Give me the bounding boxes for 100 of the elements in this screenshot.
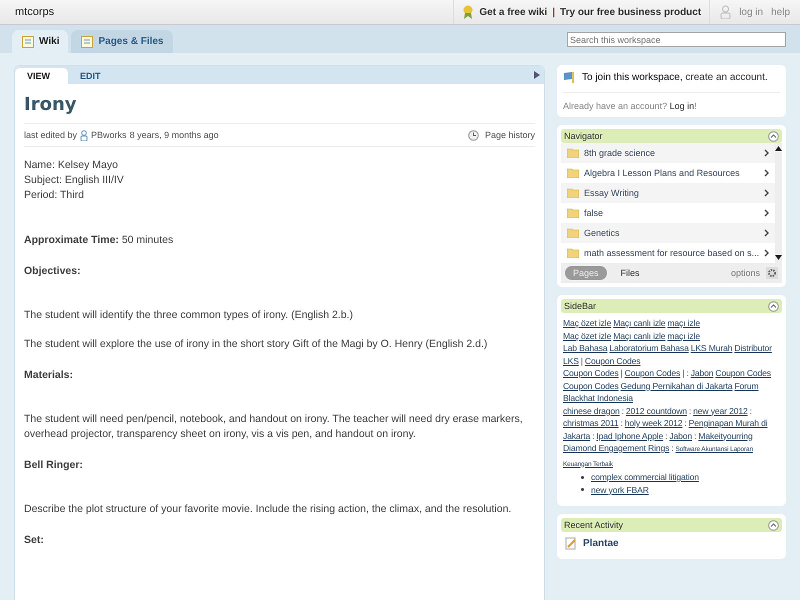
sidebar-link[interactable]: Forum [734,380,759,390]
sidebar-link[interactable]: Penginapan Murah di [688,418,768,428]
author-link[interactable]: PBworks [91,130,127,140]
edit-page-icon [565,537,577,550]
sidebar-link[interactable]: Coupon Codes [563,368,619,378]
sidebar-link[interactable]: Coupon Codes [584,356,640,366]
chevron-icon [764,149,770,157]
folder-item[interactable]: Genetics [561,223,776,243]
free-wiki-link[interactable]: Get a free wiki [479,6,548,18]
collapse-icon[interactable] [768,130,779,142]
sidebar-link[interactable]: Ipad Iphone Apple [596,430,664,440]
scroll-up-icon[interactable] [775,146,782,152]
sidebar-link[interactable]: holy week 2012 [624,418,682,428]
sidebar-link[interactable]: complex commercial litigation [591,471,699,484]
folder-item[interactable]: 8th grade science [561,143,776,163]
expand-arrow-icon[interactable] [534,71,540,79]
clock-icon [468,130,479,140]
section-heading: Set: [24,533,45,548]
sidebar-link[interactable]: maçı izle [667,330,700,340]
chevron-icon [764,209,770,217]
sidebar-link[interactable]: Coupon Codes [624,368,680,378]
scrollbar[interactable] [775,143,782,263]
folder-icon [567,168,579,178]
options-link[interactable]: options [730,268,760,278]
link-separator: : [684,418,687,428]
sidebar-link[interactable]: Coupon Codes [563,380,619,390]
search-field[interactable]: Search this workspace [567,32,786,47]
chevron-icon [764,249,770,257]
nav-tab[interactable]: Wiki [12,30,68,53]
join-text: To join this workspace, create an account. [582,72,768,83]
scroll-down-icon[interactable] [775,254,782,260]
paragraph: Approximate Time: 50 minutes [24,233,174,248]
page-tab[interactable]: EDIT [68,68,119,84]
sidebar-link[interactable]: Laboratorium Bahasa [609,343,689,353]
chevron-icon [764,169,770,177]
section-heading: Bell Ringer: [24,458,84,473]
business-product-link[interactable]: Try our free business product [560,6,702,18]
user-icon [720,5,732,19]
page-history-link[interactable]: Page history [484,130,535,140]
sidebar-link[interactable]: Maçı canlı izle [613,330,666,340]
nav-tab[interactable]: Pages & Files [71,30,172,53]
folder-icon [567,188,579,198]
settings-icon[interactable] [766,267,778,279]
folder-icon [567,228,579,238]
link-separator: : [688,406,692,416]
sidebar-link[interactable]: Coupon Codes [715,368,771,378]
paragraph: The student will need pen/pencil, notebook, and handout on irony. The teacher will need dry erase markers, overhead projector, transparency sheet on irony, vis a vis pen, and handout on irony. [24,412,524,442]
panel-title: SideBar [564,301,596,311]
create-account-link[interactable]: create an account [685,72,765,83]
sidebar-link[interactable]: Maç özet izle [563,330,612,340]
sidebar-link[interactable]: Maç özet izle [563,318,612,328]
link-separator: | : [682,368,689,378]
sidebar-link[interactable]: Jakarta [563,430,590,440]
link-separator: : [694,430,696,440]
navigator-tab[interactable]: Files [612,266,648,280]
page-title: Irony [24,94,78,115]
section-heading: Objectives: [24,264,82,279]
login-link[interactable]: Log in [670,101,694,111]
chevron-icon [764,189,770,197]
sidebar-link[interactable]: new york FBAR [591,484,649,496]
sidebar-link[interactable]: Maçı canlı izle [613,318,666,328]
collapse-icon[interactable] [768,520,779,530]
activity-link[interactable]: Plantae [583,538,619,549]
sidebar-link[interactable]: Blackhat Indonesia [563,393,633,403]
document-icon [21,34,35,48]
paragraph: Describe the plot structure of your favorite movie. Include the rising action, the climax, and the resolution. [24,502,512,517]
ribbon-icon [462,5,474,19]
folder-icon [567,208,579,218]
folder-item[interactable]: Essay Writing [561,183,776,203]
link-separator: : [750,406,752,416]
document-icon [80,34,94,48]
sidebar-link[interactable]: Lab Bahasa [563,343,608,353]
flag-icon [563,71,576,84]
sidebar-link[interactable]: LKS [563,356,579,366]
sidebar-link[interactable]: Distributor [734,343,772,353]
user-icon [80,130,88,140]
collapse-icon[interactable] [768,300,779,312]
sidebar-link[interactable]: maçı izle [667,318,700,328]
sidebar-link[interactable]: 2012 countdown [626,406,687,416]
edit-age: 8 years, 9 months ago [130,130,219,140]
sidebar-link[interactable]: Diamond Engagement Rings [563,443,670,453]
page-tab[interactable]: VIEW [15,68,68,84]
sidebar-link[interactable]: new year 2012 [693,406,748,416]
sidebar-link[interactable]: Gedung Pernikahan di Jakarta [620,380,732,390]
paragraph: The student will explore the use of irony in the short story Gift of the Magi by O. Henry (English 2.d.) [24,337,488,352]
folder-icon [567,148,579,158]
edited-by-label: last edited by [24,130,78,140]
link-separator: : [665,430,668,440]
link-separator: : [622,406,624,416]
site-name[interactable]: mtcorps [0,6,54,18]
sidebar-link[interactable]: LKS Murah [690,343,732,353]
sidebar-link[interactable]: Makeityourring [698,430,753,440]
separator: | [552,6,556,18]
link-separator: : [592,430,594,440]
body-text: Name: Kelsey Mayo [24,158,119,173]
link-separator: : [671,443,674,453]
sidebar-link[interactable]: Jabon [669,430,692,440]
sidebar-link[interactable]: chinese dragon [563,406,620,416]
sidebar-link[interactable]: christmas 2011 [563,418,619,428]
sidebar-link[interactable]: Jabon [690,368,714,378]
